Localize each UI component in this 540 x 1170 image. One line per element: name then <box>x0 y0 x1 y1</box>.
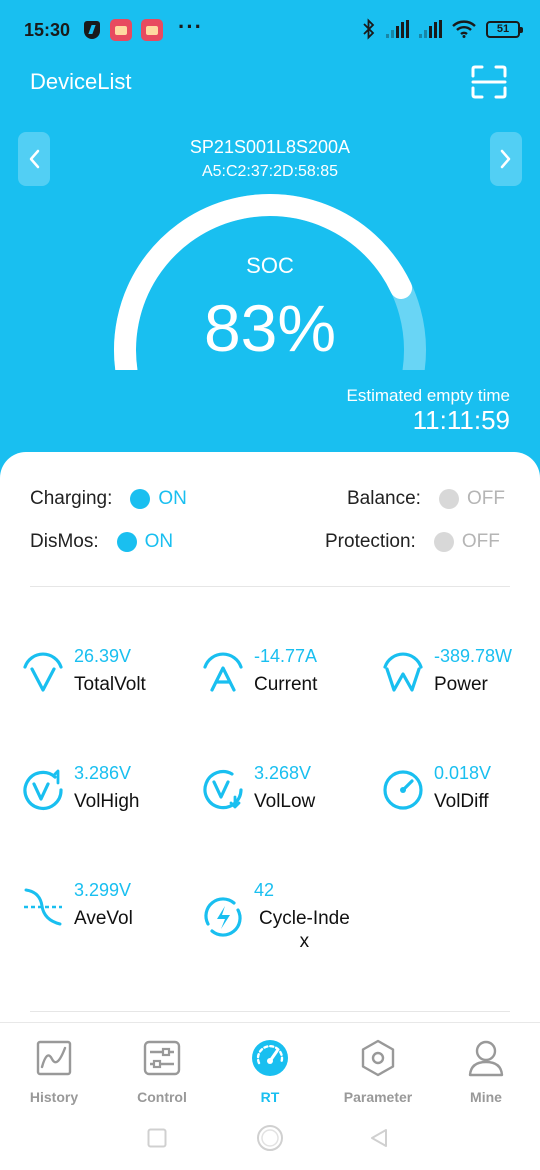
protection-label: Protection: <box>325 531 416 552</box>
volt-low-icon <box>203 770 243 810</box>
vol-low-label: VolLow <box>254 791 316 812</box>
estimated-empty-time: 11:11:59 <box>412 405 510 435</box>
status-dot-icon <box>116 532 137 552</box>
bluetooth-icon <box>363 18 375 40</box>
metric-current: -14.77A Current <box>202 646 372 706</box>
status-dot-icon <box>438 489 459 509</box>
recent-apps-icon[interactable] <box>147 1128 167 1148</box>
app-icon <box>110 19 132 41</box>
app-icon <box>141 19 163 41</box>
home-icon[interactable] <box>256 1124 284 1152</box>
charging-status[interactable]: Charging: ON <box>30 484 187 514</box>
sliders-icon <box>143 1040 181 1076</box>
device-name: SP21S001L8S200A <box>189 137 351 157</box>
average-icon <box>24 888 62 926</box>
user-icon <box>468 1040 504 1077</box>
charging-value: ON <box>158 488 187 509</box>
signal-icon <box>386 20 409 38</box>
vol-high-value: 3.286V <box>74 763 132 783</box>
metric-vol-diff: 0.018V VolDiff <box>382 763 540 823</box>
tab-parameter-label: Parameter <box>343 1089 413 1105</box>
divider <box>30 586 510 587</box>
history-chart-icon <box>36 1040 72 1076</box>
total-volt-label: TotalVolt <box>74 674 146 695</box>
signal-icon <box>419 20 442 38</box>
shield-icon <box>84 21 100 39</box>
ave-vol-label: AveVol <box>74 908 133 929</box>
cycle-icon <box>204 897 242 937</box>
tab-mine-label: Mine <box>470 1089 502 1105</box>
tab-rt-label: RT <box>260 1089 280 1105</box>
status-bar: 15:30 ··· 51 <box>0 0 540 62</box>
vol-low-value: 3.268V <box>254 763 312 783</box>
current-label: Current <box>254 674 318 695</box>
back-icon[interactable] <box>369 1128 389 1148</box>
power-label: Power <box>434 674 488 695</box>
speedometer-icon <box>252 1040 288 1076</box>
balance-value: OFF <box>466 488 505 509</box>
cycle-index-value: 42 <box>254 880 275 900</box>
page-title[interactable]: DeviceList <box>30 69 131 95</box>
status-icons: 51 <box>362 18 523 40</box>
status-time: 15:30 <box>24 20 71 40</box>
hexagon-icon <box>361 1039 395 1077</box>
status-row: DisMos: ON Protection: OFF <box>0 527 540 557</box>
more-notifications-icon: ··· <box>178 14 203 39</box>
device-mac-address: A5:C2:37:2D:58:85 <box>201 163 339 180</box>
tab-control[interactable]: Control <box>112 1039 212 1109</box>
status-dot-icon <box>130 489 151 509</box>
status-dot-icon <box>433 532 454 552</box>
tab-control-label: Control <box>137 1089 187 1105</box>
battery-icon: 51 <box>486 20 523 38</box>
divider <box>30 1011 510 1012</box>
metric-ave-vol: 3.299V AveVol <box>22 880 192 940</box>
dismos-status[interactable]: DisMos: ON <box>30 527 173 557</box>
tab-history[interactable]: History <box>4 1039 104 1109</box>
dismos-label: DisMos: <box>30 531 99 552</box>
cycle-index-label-line1: Cycle-Inde <box>259 908 350 929</box>
current-value: -14.77A <box>254 646 318 666</box>
metric-cycle-index: 42 Cycle-Inde x <box>202 880 372 960</box>
metric-total-volt: 26.39V TotalVolt <box>22 646 192 706</box>
tab-parameter[interactable]: Parameter <box>328 1039 428 1109</box>
power-icon <box>383 652 423 692</box>
gauge-icon <box>383 770 423 810</box>
soc-label: SOC <box>246 253 294 278</box>
metric-vol-high: 3.286V VolHigh <box>22 763 192 823</box>
charging-label: Charging: <box>30 488 113 509</box>
balance-status[interactable]: Balance: OFF <box>347 484 505 514</box>
ave-vol-value: 3.299V <box>74 880 132 900</box>
bottom-nav: History Control RT Parameter Mine <box>0 1022 540 1114</box>
vol-diff-value: 0.018V <box>434 763 492 783</box>
voltage-icon <box>23 652 63 692</box>
cycle-index-label-line2: x <box>299 931 310 952</box>
soc-value: 83% <box>203 291 337 365</box>
vol-high-label: VolHigh <box>74 791 140 812</box>
estimated-empty-label: Estimated empty time <box>346 386 510 405</box>
metric-power: -389.78W Power <box>382 646 540 706</box>
protection-status[interactable]: Protection: OFF <box>325 527 500 557</box>
power-value: -389.78W <box>434 646 513 666</box>
tab-history-label: History <box>29 1089 79 1105</box>
dismos-value: ON <box>144 531 174 552</box>
status-row: Charging: ON Balance: OFF <box>0 484 540 514</box>
system-nav-bar <box>0 1114 540 1170</box>
current-icon <box>203 652 243 692</box>
total-volt-value: 26.39V <box>74 646 132 666</box>
vol-diff-label: VolDiff <box>434 791 489 812</box>
wifi-icon <box>452 20 476 38</box>
protection-value: OFF <box>461 531 500 552</box>
tab-rt[interactable]: RT <box>220 1039 320 1109</box>
cycle-index-label: Cycle-Inde x <box>259 907 350 953</box>
metric-vol-low: 3.268V VolLow <box>202 763 372 823</box>
scan-icon[interactable] <box>470 64 508 100</box>
volt-high-icon <box>23 769 63 811</box>
balance-label: Balance: <box>347 488 421 509</box>
tab-mine[interactable]: Mine <box>436 1039 536 1109</box>
